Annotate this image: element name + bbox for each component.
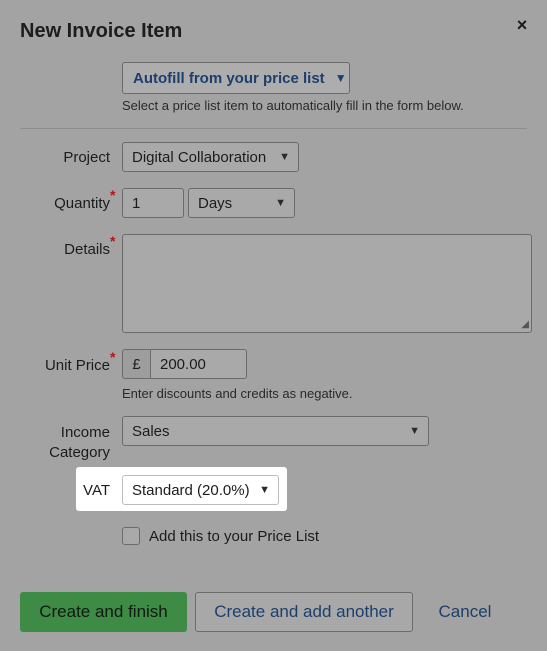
project-value: Digital Collaboration	[132, 148, 267, 166]
price-list-checkbox-label[interactable]: Add this to your Price List	[149, 528, 399, 545]
income-category-select[interactable]: Sales ▼	[122, 416, 429, 446]
unit-price-label: Unit Price	[44, 357, 110, 374]
details-textarea[interactable]: ◢	[122, 234, 532, 333]
vat-label: VAT	[83, 482, 110, 499]
required-marker: *	[110, 187, 116, 203]
chevron-down-icon: ▼	[259, 484, 270, 496]
unit-price-hint: Enter discounts and credits as negative.	[122, 386, 353, 401]
details-label: Details	[64, 241, 110, 258]
income-category-value: Sales	[132, 422, 170, 440]
chevron-down-icon: ▼	[275, 197, 286, 209]
quantity-unit-select[interactable]: Days ▼	[188, 188, 295, 218]
create-and-add-another-button[interactable]: Create and add another	[195, 592, 413, 632]
chevron-down-icon: ▼	[279, 151, 290, 163]
income-category-label-line2: Category	[49, 444, 110, 461]
cancel-button[interactable]: Cancel	[430, 592, 500, 632]
income-category-label-line1: Income	[60, 424, 110, 441]
chevron-down-icon: ▼	[334, 71, 347, 85]
resize-handle-icon[interactable]: ◢	[521, 319, 529, 330]
quantity-label: Quantity	[54, 195, 110, 212]
autofill-button[interactable]: Autofill from your price list ▼	[122, 62, 350, 94]
currency-symbol: £	[122, 349, 150, 379]
income-category-label: Income Category	[0, 423, 110, 463]
divider	[20, 128, 527, 129]
autofill-label: Autofill from your price list	[133, 69, 325, 87]
create-and-finish-button[interactable]: Create and finish	[20, 592, 187, 632]
chevron-down-icon: ▼	[409, 425, 420, 437]
project-label: Project	[63, 149, 110, 166]
autofill-hint: Select a price list item to automaticall…	[122, 98, 464, 113]
quantity-unit-value: Days	[198, 194, 233, 212]
project-select[interactable]: Digital Collaboration ▼	[122, 142, 299, 172]
dialog-title: New Invoice Item	[20, 20, 183, 42]
close-icon[interactable]: ×	[512, 14, 532, 36]
vat-value: Standard (20.0%)	[132, 481, 250, 499]
price-list-checkbox[interactable]	[122, 527, 140, 545]
quantity-input[interactable]: 1	[122, 188, 184, 218]
vat-select[interactable]: Standard (20.0%) ▼	[122, 475, 279, 505]
required-marker: *	[110, 233, 116, 249]
unit-price-input[interactable]: 200.00	[150, 349, 247, 379]
required-marker: *	[110, 349, 116, 365]
